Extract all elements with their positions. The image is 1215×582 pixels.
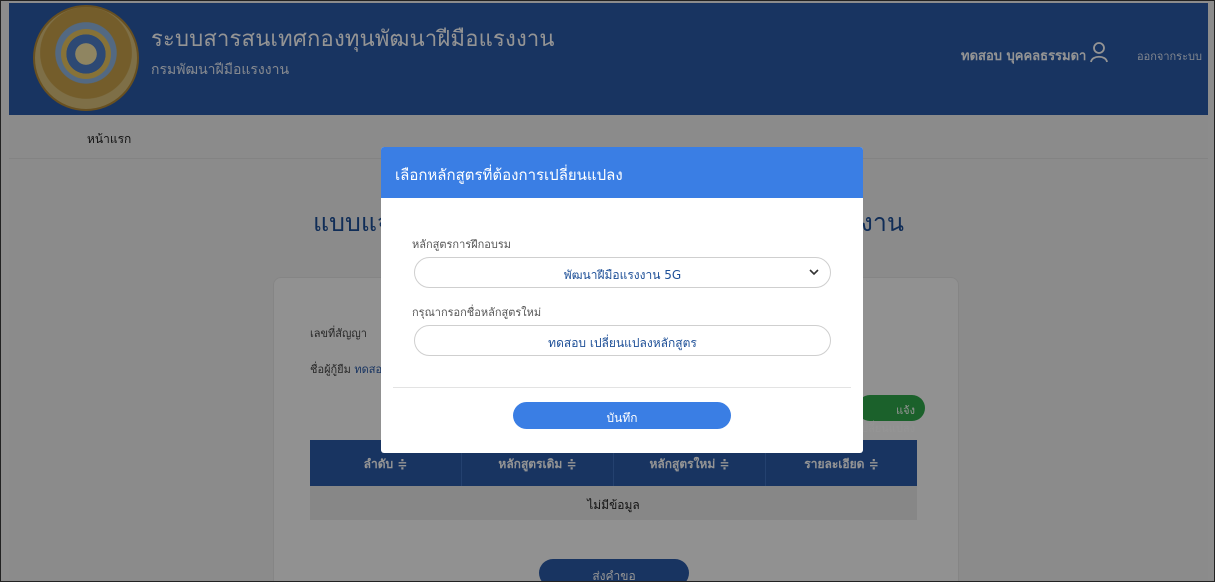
- course-label: หลักสูตรการฝึกอบรม: [412, 238, 512, 251]
- chevron-down-icon: [809, 269, 819, 276]
- app-frame: ระบบสารสนเทศกองทุนพัฒนาฝีมือแรงงาน กรมพั…: [0, 0, 1215, 582]
- change-course-modal: เลือกหลักสูตรที่ต้องการเปลี่ยนแปลง หลักส…: [381, 147, 863, 453]
- course-selected-value: พัฒนาฝีมือแรงงาน 5G: [563, 268, 682, 282]
- new-course-input[interactable]: ทดสอบ เปลี่ยนแปลงหลักสูตร: [414, 325, 831, 356]
- new-course-label: กรุณากรอกชื่อหลักสูตรใหม่: [412, 306, 542, 319]
- save-button[interactable]: บันทึก: [513, 402, 731, 429]
- course-select[interactable]: พัฒนาฝีมือแรงงาน 5G: [414, 257, 831, 288]
- modal-divider: [393, 387, 851, 388]
- modal-title: เลือกหลักสูตรที่ต้องการเปลี่ยนแปลง: [381, 147, 863, 198]
